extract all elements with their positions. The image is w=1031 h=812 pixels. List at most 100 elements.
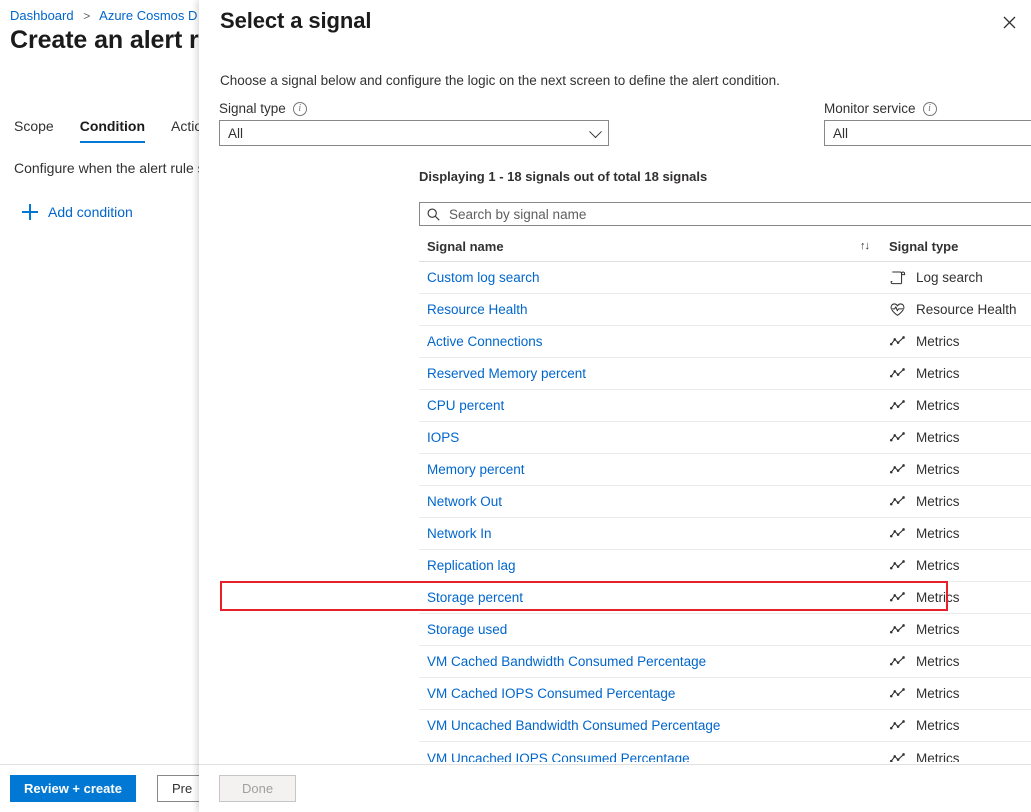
signal-name-cell: Storage used bbox=[419, 622, 889, 637]
tab-condition[interactable]: Condition bbox=[80, 118, 145, 143]
table-row[interactable]: Network InMetricsPlatform bbox=[419, 518, 1031, 550]
tab-actions[interactable]: Actio bbox=[171, 118, 202, 143]
signal-name-cell: Memory percent bbox=[419, 462, 889, 477]
table-row[interactable]: Custom log searchLog searchLog analytics bbox=[419, 262, 1031, 294]
sort-icon[interactable]: ↑↓ bbox=[860, 240, 875, 253]
signal-name-cell: Storage percent bbox=[419, 590, 889, 605]
signal-name-link[interactable]: Network Out bbox=[427, 494, 502, 509]
signal-name-link[interactable]: CPU percent bbox=[427, 398, 504, 413]
signal-type-cell: Metrics bbox=[889, 557, 1031, 574]
metrics-icon bbox=[889, 461, 906, 478]
signal-name-cell: Resource Health bbox=[419, 302, 889, 317]
monitor-service-label-row: Monitor service i bbox=[824, 101, 1031, 116]
tab-scope[interactable]: Scope bbox=[14, 118, 54, 143]
signal-name-link[interactable]: Replication lag bbox=[427, 558, 516, 573]
table-row[interactable]: Storage percentMetricsPlatform bbox=[419, 582, 1031, 614]
signal-type-select[interactable]: All bbox=[219, 120, 609, 146]
breadcrumb: Dashboard > Azure Cosmos D bbox=[10, 8, 197, 23]
search-icon bbox=[427, 208, 440, 221]
signal-type-label: Log search bbox=[916, 270, 983, 285]
monitor-service-select[interactable]: All bbox=[824, 120, 1031, 146]
signal-name-link[interactable]: VM Cached Bandwidth Consumed Percentage bbox=[427, 654, 706, 669]
signal-type-label: Metrics bbox=[916, 494, 960, 509]
signal-name-link[interactable]: Active Connections bbox=[427, 334, 543, 349]
table-row[interactable]: Reserved Memory percentMetricsPlatform bbox=[419, 358, 1031, 390]
signal-name-cell: Network In bbox=[419, 526, 889, 541]
signal-type-label: Metrics bbox=[916, 590, 960, 605]
signal-name-cell: Custom log search bbox=[419, 270, 889, 285]
signal-type-label: Metrics bbox=[916, 430, 960, 445]
table-row[interactable]: Replication lagMetricsPlatform bbox=[419, 550, 1031, 582]
info-icon[interactable]: i bbox=[923, 102, 937, 116]
search-box[interactable] bbox=[419, 202, 1031, 226]
signal-name-cell: VM Uncached Bandwidth Consumed Percentag… bbox=[419, 718, 889, 733]
search-input[interactable] bbox=[447, 206, 1031, 223]
metrics-icon bbox=[889, 365, 906, 382]
signal-name-link[interactable]: Reserved Memory percent bbox=[427, 366, 586, 381]
done-button[interactable]: Done bbox=[219, 775, 296, 802]
monitor-service-value: All bbox=[833, 126, 848, 141]
signal-type-cell: Metrics bbox=[889, 333, 1031, 350]
table-row[interactable]: Memory percentMetricsPlatform bbox=[419, 454, 1031, 486]
table-row[interactable]: VM Uncached Bandwidth Consumed Percentag… bbox=[419, 710, 1031, 742]
metrics-icon bbox=[889, 589, 906, 606]
table-row[interactable]: Storage usedMetricsPlatform bbox=[419, 614, 1031, 646]
signal-type-cell: Log search bbox=[889, 269, 1031, 286]
review-create-button[interactable]: Review + create bbox=[10, 775, 136, 802]
column-label: Signal type bbox=[889, 239, 958, 254]
signal-type-label: Metrics bbox=[916, 654, 960, 669]
info-icon[interactable]: i bbox=[293, 102, 307, 116]
breadcrumb-item-dashboard[interactable]: Dashboard bbox=[10, 8, 74, 23]
signal-type-label: Metrics bbox=[916, 334, 960, 349]
page-title: Create an alert ru bbox=[10, 26, 214, 55]
signal-name-link[interactable]: Memory percent bbox=[427, 462, 525, 477]
signal-type-cell: Resource Health bbox=[889, 301, 1031, 318]
signal-name-link[interactable]: Resource Health bbox=[427, 302, 528, 317]
signal-name-link[interactable]: Storage used bbox=[427, 622, 507, 637]
metrics-icon bbox=[889, 429, 906, 446]
signal-type-label: Metrics bbox=[916, 718, 960, 733]
configure-description: Configure when the alert rule sh bbox=[14, 160, 212, 176]
signal-type-label: Metrics bbox=[916, 398, 960, 413]
signal-name-cell: Reserved Memory percent bbox=[419, 366, 889, 381]
table-row[interactable]: Resource HealthResource HealthResource H… bbox=[419, 294, 1031, 326]
table-row[interactable]: VM Cached IOPS Consumed PercentageMetric… bbox=[419, 678, 1031, 710]
chevron-down-icon bbox=[589, 125, 602, 138]
signal-name-link[interactable]: IOPS bbox=[427, 430, 459, 445]
column-label: Signal name bbox=[427, 239, 504, 254]
dialog-title: Select a signal bbox=[220, 8, 371, 34]
signal-type-label: Resource Health bbox=[916, 302, 1017, 317]
column-header-signal-name[interactable]: Signal name ↑↓ bbox=[419, 239, 889, 254]
signal-type-cell: Metrics bbox=[889, 493, 1031, 510]
signal-name-link[interactable]: Storage percent bbox=[427, 590, 523, 605]
signal-name-cell: Replication lag bbox=[419, 558, 889, 573]
signal-name-link[interactable]: VM Cached IOPS Consumed Percentage bbox=[427, 686, 675, 701]
table-row[interactable]: Active ConnectionsMetricsPlatform bbox=[419, 326, 1031, 358]
add-condition-button[interactable]: Add condition bbox=[22, 204, 133, 220]
signal-type-label-row: Signal type i bbox=[219, 101, 609, 116]
column-header-signal-type[interactable]: Signal type ↑↓ bbox=[889, 239, 1031, 254]
table-header-row: Signal name ↑↓ Signal type ↑↓ Monitor se… bbox=[419, 232, 1031, 262]
signal-name-link[interactable]: Network In bbox=[427, 526, 492, 541]
signal-type-label: Metrics bbox=[916, 558, 960, 573]
table-row[interactable]: VM Cached Bandwidth Consumed Percentage M… bbox=[419, 646, 1031, 678]
dialog-footer: Done bbox=[199, 764, 1031, 812]
metrics-icon bbox=[889, 525, 906, 542]
metrics-icon bbox=[889, 717, 906, 734]
dialog-description: Choose a signal below and configure the … bbox=[220, 73, 780, 88]
breadcrumb-item-azure-cosmos-db[interactable]: Azure Cosmos D bbox=[99, 8, 197, 23]
signal-type-label: Signal type bbox=[219, 101, 286, 116]
signal-name-link[interactable]: VM Uncached Bandwidth Consumed Percentag… bbox=[427, 718, 720, 733]
wizard-tabs: Scope Condition Actio bbox=[14, 118, 202, 143]
close-icon[interactable] bbox=[995, 8, 1023, 36]
log-search-icon bbox=[889, 269, 906, 286]
table-row[interactable]: CPU percentMetricsPlatform bbox=[419, 390, 1031, 422]
signal-name-cell: CPU percent bbox=[419, 398, 889, 413]
signal-type-cell: Metrics bbox=[889, 717, 1031, 734]
table-row[interactable]: Network OutMetricsPlatform bbox=[419, 486, 1031, 518]
displaying-count-text: Displaying 1 - 18 signals out of total 1… bbox=[419, 169, 707, 184]
table-row[interactable]: IOPSMetricsPlatform bbox=[419, 422, 1031, 454]
signal-type-cell: Metrics bbox=[889, 397, 1031, 414]
signal-name-link[interactable]: Custom log search bbox=[427, 270, 540, 285]
plus-icon bbox=[22, 204, 38, 220]
